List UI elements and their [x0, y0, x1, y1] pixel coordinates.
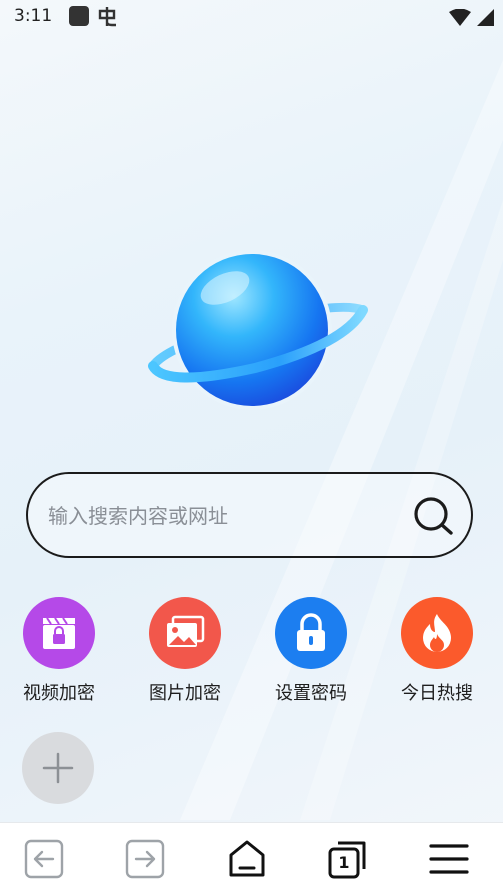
- search-icon[interactable]: [413, 496, 455, 538]
- tabs-button[interactable]: 1: [326, 837, 370, 881]
- status-time: 3:11: [14, 6, 53, 26]
- shortcut-video-encrypt[interactable]: 视频加密: [4, 597, 114, 705]
- cell-signal-icon: [477, 9, 494, 26]
- arrow-right-icon[interactable]: [123, 837, 167, 881]
- image-icon: [149, 597, 221, 669]
- lock-icon: [275, 597, 347, 669]
- app-square-icon: [69, 6, 89, 26]
- shortcut-label: 设置密码: [275, 683, 347, 704]
- menu-icon[interactable]: [427, 837, 471, 881]
- planet-logo-icon: [148, 250, 368, 410]
- add-shortcut-button[interactable]: [22, 732, 94, 804]
- shortcut-set-password[interactable]: 设置密码: [256, 597, 366, 705]
- shortcut-label: 图片加密: [149, 683, 221, 704]
- status-bar: 3:11: [0, 0, 503, 36]
- home-icon[interactable]: [225, 837, 269, 881]
- plus-icon: [42, 752, 74, 784]
- wifi-icon: [449, 9, 471, 26]
- search-input[interactable]: [48, 494, 408, 538]
- tab-count: 1: [338, 853, 350, 872]
- shortcut-label: 视频加密: [23, 683, 95, 704]
- app-glyph-icon: [98, 7, 116, 27]
- bottom-nav: 1: [0, 822, 503, 895]
- shortcut-label: 今日热搜: [401, 683, 473, 704]
- video-lock-icon: [23, 597, 95, 669]
- shortcut-trending[interactable]: 今日热搜: [382, 597, 492, 705]
- shortcut-image-encrypt[interactable]: 图片加密: [130, 597, 240, 705]
- search-bar: [26, 472, 473, 558]
- arrow-left-icon[interactable]: [22, 837, 66, 881]
- flame-icon: [401, 597, 473, 669]
